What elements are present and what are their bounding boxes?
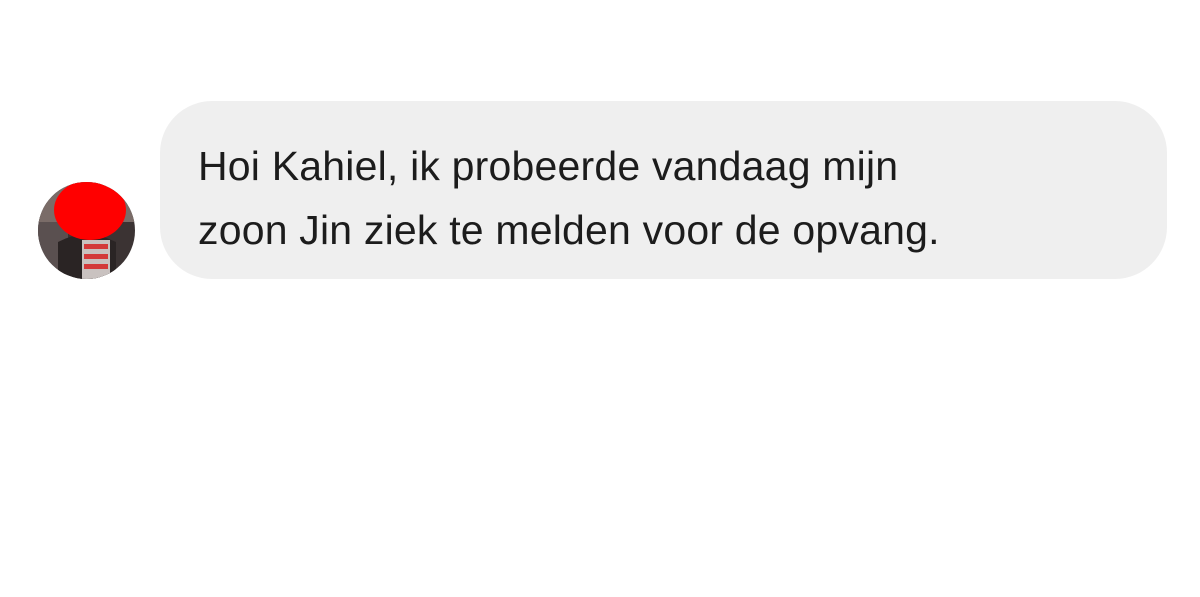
message-bubble[interactable]: Hoi Kahiel, ik probeerde vandaag mijn zo… xyxy=(160,101,1167,279)
message-text: Hoi Kahiel, ik probeerde vandaag mijn zo… xyxy=(198,134,1127,262)
message-line: zoon Jin ziek te melden voor de opvang. xyxy=(198,207,940,253)
avatar-photo xyxy=(38,182,135,279)
message-line: Hoi Kahiel, ik probeerde vandaag mijn xyxy=(198,143,899,189)
redaction-mark xyxy=(54,182,126,240)
chat-screen: Hoi Kahiel, ik probeerde vandaag mijn zo… xyxy=(0,0,1200,597)
sender-avatar[interactable] xyxy=(38,182,135,279)
incoming-message-row: Hoi Kahiel, ik probeerde vandaag mijn zo… xyxy=(38,101,1168,281)
